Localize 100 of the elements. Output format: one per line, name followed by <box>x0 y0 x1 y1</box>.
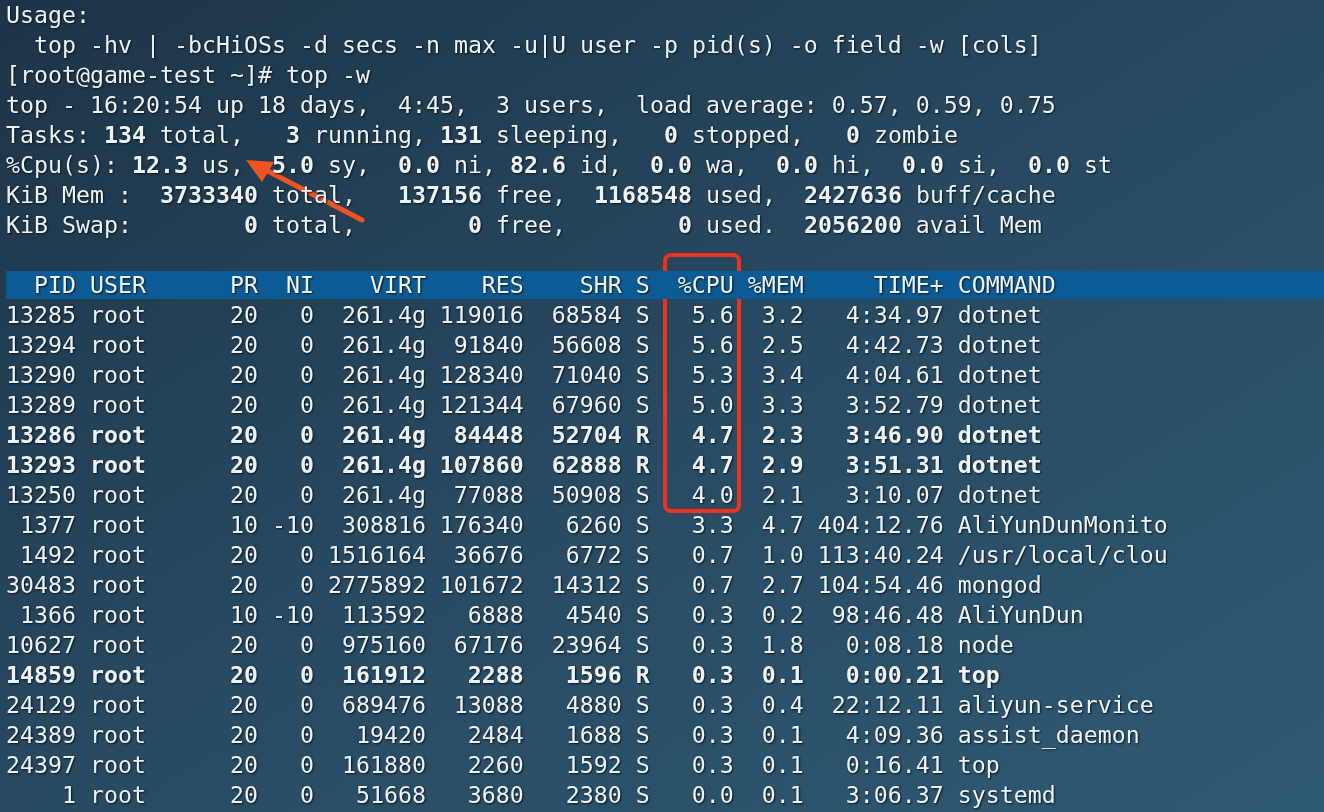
table-cell-text: 20 <box>228 720 258 750</box>
table-cell-text: 0 <box>298 390 314 420</box>
column-header: TIME+ <box>872 271 944 299</box>
table-cell-text: 975160 <box>340 630 426 660</box>
table-cell-text: 4:42.73 <box>844 330 944 360</box>
table-cell-text: 3:52.79 <box>844 390 944 420</box>
table-cell: 24389 <box>6 720 76 750</box>
table-cell-text: dotnet <box>956 420 1042 450</box>
table-cell-text: 128340 <box>438 360 524 390</box>
table-cell-text: root <box>88 660 147 690</box>
table-cell-text: 161880 <box>340 750 426 780</box>
table-cell: 24397 <box>6 750 76 780</box>
table-cell-text: 0 <box>298 300 314 330</box>
table-cell-text: 3.4 <box>760 360 804 390</box>
table-cell-text: 20 <box>228 480 258 510</box>
table-cell-text: root <box>88 780 147 810</box>
table-cell-text: 261.4g <box>340 300 426 330</box>
table-cell-text: mongod <box>956 570 1042 600</box>
table-cell-text: 0 <box>298 750 314 780</box>
table-cell-text: root <box>88 330 147 360</box>
table-cell-text: 1516164 <box>326 540 426 570</box>
table-cell-text: 77088 <box>452 480 524 510</box>
table-cell-text: 261.4g <box>340 480 426 510</box>
table-cell-text: 52704 <box>550 420 622 450</box>
table-cell-text: 0.7 <box>690 540 734 570</box>
table-cell-text: /usr/local/clou <box>956 540 1168 570</box>
table-cell-text: 0.3 <box>690 750 734 780</box>
table-cell-text: 261.4g <box>340 330 426 360</box>
table-cell-text: 104:54.46 <box>816 570 944 600</box>
table-cell-text: 6260 <box>564 510 622 540</box>
table-cell-text: 20 <box>228 750 258 780</box>
terminal-line: Usage: <box>6 1 90 28</box>
table-cell-text: 5.6 <box>690 300 734 330</box>
table-cell-text: 20 <box>228 690 258 720</box>
table-cell-text: 0 <box>298 480 314 510</box>
table-cell-text: dotnet <box>956 390 1042 420</box>
table-cell-text: S <box>634 570 650 600</box>
table-cell-text: root <box>88 360 147 390</box>
table-cell-text: 50908 <box>550 480 622 510</box>
table-cell-text: 4.0 <box>690 480 734 510</box>
table-cell-text: top <box>956 750 1000 780</box>
table-cell-text: 20 <box>228 390 258 420</box>
column-header: VIRT <box>368 271 426 299</box>
table-cell-text: 308816 <box>340 510 426 540</box>
table-cell-text: 10 <box>228 510 258 540</box>
table-cell-text: 1.0 <box>760 540 804 570</box>
table-cell-text: 0.3 <box>690 600 734 630</box>
table-cell-text: -10 <box>270 510 314 540</box>
table-cell: 13286 <box>6 420 76 450</box>
table-cell-text: root <box>88 450 147 480</box>
table-cell-text: 2.9 <box>760 450 804 480</box>
table-cell-text: 0 <box>298 690 314 720</box>
table-cell-text: 0 <box>298 540 314 570</box>
table-cell-text: 3.3 <box>760 390 804 420</box>
table-cell-text: 0.0 <box>690 780 734 810</box>
table-cell-text: dotnet <box>956 480 1042 510</box>
table-cell-text: 22:12.11 <box>830 690 944 720</box>
table-cell-text: 4.7 <box>760 510 804 540</box>
table-cell-text: root <box>88 480 147 510</box>
table-cell-text: 3:10.07 <box>844 480 944 510</box>
table-cell-text: 0 <box>298 630 314 660</box>
table-cell-text: 0.4 <box>760 690 804 720</box>
table-cell-text: 1 <box>61 780 76 810</box>
column-header: USER <box>88 271 147 299</box>
table-cell-text: 0.1 <box>760 720 804 750</box>
table-cell-text: 67960 <box>550 390 622 420</box>
table-cell-text: 689476 <box>340 690 426 720</box>
table-cell-text: 1366 <box>19 600 76 630</box>
table-cell: 24129 <box>6 690 76 720</box>
table-cell-text: root <box>88 630 147 660</box>
column-header: PR <box>228 271 258 299</box>
table-cell-text: 0.1 <box>760 660 804 690</box>
table-cell-text: 51668 <box>354 780 426 810</box>
table-cell-text: 19420 <box>354 720 426 750</box>
table-cell-text: 2380 <box>564 780 622 810</box>
table-cell-text: 0 <box>298 330 314 360</box>
table-cell-text: 0.2 <box>760 600 804 630</box>
column-header: COMMAND <box>956 271 1056 299</box>
table-cell-text: 62888 <box>550 450 622 480</box>
table-cell-text: 68584 <box>550 300 622 330</box>
table-cell-text: 1492 <box>19 540 76 570</box>
table-cell-text: 0.1 <box>760 780 804 810</box>
terminal-line: top - 16:20:54 up 18 days, 4:45, 3 users, load average: 0.57, 0.59, 0.75 <box>6 91 1056 118</box>
table-cell-text: dotnet <box>956 330 1042 360</box>
table-cell-text: 3:46.90 <box>844 420 944 450</box>
table-cell-text: 113592 <box>340 600 426 630</box>
table-cell-text: S <box>634 630 650 660</box>
table-cell-text: 20 <box>228 420 258 450</box>
table-cell-text: 20 <box>228 330 258 360</box>
table-cell-text: 98:46.48 <box>830 600 944 630</box>
table-cell-text: 13088 <box>452 690 524 720</box>
table-cell-text: 4.7 <box>690 450 734 480</box>
table-cell-text: 36676 <box>452 540 524 570</box>
terminal-line: [root@game-test ~]# top -w <box>6 61 370 88</box>
table-cell-text: S <box>634 600 650 630</box>
table-cell-text: 1377 <box>19 510 76 540</box>
table-cell-text: 3.3 <box>690 510 734 540</box>
table-cell-text: 5.6 <box>690 330 734 360</box>
table-cell-text: AliYunDun <box>956 600 1084 630</box>
table-cell-text: R <box>634 450 650 480</box>
